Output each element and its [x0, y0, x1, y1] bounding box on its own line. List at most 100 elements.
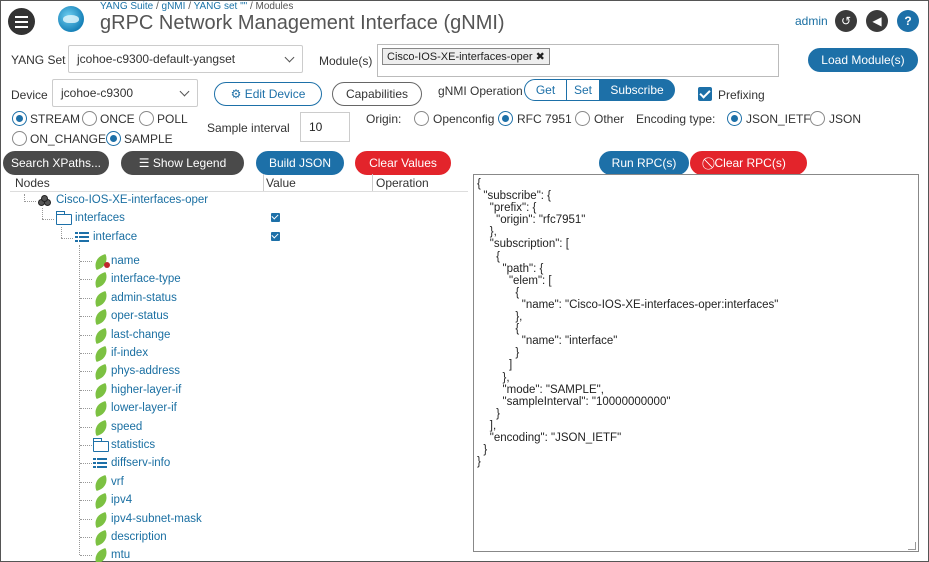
tree-connector: [80, 463, 92, 464]
list-icon: [75, 232, 89, 243]
value-checkbox[interactable]: [271, 232, 280, 241]
encoding-label: Encoding type:: [636, 112, 716, 126]
tree-node-vrf[interactable]: vrf: [111, 476, 124, 488]
list-icon: ☰: [138, 156, 150, 170]
tree-node-interface[interactable]: interface: [93, 231, 137, 243]
device-value: jcohoe-c9300: [61, 86, 134, 100]
col-divider: [263, 174, 264, 192]
menu-icon[interactable]: [8, 8, 35, 35]
prefixing-label: Prefixing: [718, 88, 765, 102]
tree-node-ipv4-subnet-mask[interactable]: ipv4-subnet-mask: [111, 513, 202, 525]
encoding-json-radio[interactable]: [810, 111, 825, 126]
breadcrumb-modules: Modules: [255, 1, 294, 12]
capabilities-button[interactable]: Capabilities: [332, 82, 422, 106]
tree-node-interfaces[interactable]: interfaces: [75, 212, 125, 224]
origin-rfc7951-radio[interactable]: [498, 111, 513, 126]
operation-subscribe[interactable]: Subscribe: [599, 79, 675, 101]
tree-connector: [80, 316, 92, 317]
module-chip-label: Cisco-IOS-XE-interfaces-oper: [387, 51, 533, 63]
yang-suite-logo: [58, 6, 84, 32]
tree-connector: [80, 445, 92, 446]
value-checkbox[interactable]: [271, 213, 280, 222]
build-json-button[interactable]: Build JSON: [256, 151, 344, 175]
tree-node-mtu[interactable]: mtu: [111, 549, 130, 561]
tree-node-statistics[interactable]: statistics: [111, 439, 155, 451]
tree-connector: [80, 335, 92, 336]
tree-connector: [80, 353, 92, 354]
mode-poll-radio[interactable]: [139, 111, 154, 126]
origin-rfc7951-label: RFC 7951: [517, 112, 572, 126]
tree-connector: [80, 390, 92, 391]
operation-get[interactable]: Get: [524, 79, 567, 101]
tree-connector: [80, 537, 92, 538]
tree-connector: [61, 238, 73, 239]
tree-node-name[interactable]: name: [111, 255, 140, 267]
sample-interval-input[interactable]: 10: [300, 112, 350, 142]
encoding-json-label: JSON: [829, 112, 862, 126]
tree-node-if-index[interactable]: if-index: [111, 347, 148, 359]
device-label: Device: [11, 88, 48, 102]
breadcrumb-gnmi[interactable]: gNMI: [162, 1, 186, 12]
search-xpaths-button[interactable]: Search XPaths...: [3, 151, 109, 175]
load-modules-button[interactable]: Load Module(s): [808, 48, 918, 72]
tree-node-admin-status[interactable]: admin-status: [111, 292, 177, 304]
device-select[interactable]: jcohoe-c9300: [52, 79, 198, 107]
tree-node-description[interactable]: description: [111, 531, 167, 543]
yangset-select[interactable]: jcohoe-c9300-default-yangset: [68, 45, 303, 73]
operation-set[interactable]: Set: [566, 79, 600, 101]
mode-stream-radio[interactable]: [12, 111, 27, 126]
clear-rpc-button[interactable]: ⃠ Clear RPC(s): [690, 151, 807, 175]
tree-connector: [24, 201, 36, 202]
mode-on-change-radio[interactable]: [12, 131, 27, 146]
breadcrumb-yang-set[interactable]: YANG set "": [194, 1, 248, 12]
modules-input[interactable]: Cisco-IOS-XE-interfaces-oper ✖: [377, 44, 779, 77]
tree-node-ipv4[interactable]: ipv4: [111, 494, 132, 506]
col-divider: [372, 174, 373, 192]
logout-icon[interactable]: ↺: [835, 10, 857, 32]
tree-connector: [80, 408, 92, 409]
help-icon[interactable]: ?: [897, 10, 919, 32]
tree-node-lower-layer-if[interactable]: lower-layer-if: [111, 402, 177, 414]
user-menu[interactable]: admin: [795, 14, 828, 28]
announcement-icon[interactable]: ◀: [866, 10, 888, 32]
encoding-json-ietf-radio[interactable]: [727, 111, 742, 126]
mode-once-label: ONCE: [100, 112, 135, 126]
mode-poll-label: POLL: [157, 112, 188, 126]
mode-sample-radio[interactable]: [106, 131, 121, 146]
mode-once-radio[interactable]: [82, 111, 97, 126]
origin-openconfig-label: Openconfig: [433, 112, 495, 126]
edit-device-button[interactable]: ⚙ Edit Device: [214, 82, 322, 106]
sample-interval-label: Sample interval: [207, 121, 290, 135]
resize-handle-icon[interactable]: [908, 542, 916, 550]
origin-other-radio[interactable]: [575, 111, 590, 126]
origin-label: Origin:: [366, 112, 402, 126]
mode-on-change-label: ON_CHANGE: [30, 132, 107, 146]
rpc-json-output[interactable]: { "subscribe": { "prefix": { "origin": "…: [473, 174, 919, 552]
origin-openconfig-radio[interactable]: [414, 111, 429, 126]
tree-node-phys-address[interactable]: phys-address: [111, 365, 180, 377]
yangset-label: YANG Set: [11, 53, 66, 67]
tree-connector: [42, 208, 43, 219]
tree-node-oper-status[interactable]: oper-status: [111, 310, 169, 322]
folder-icon: [93, 438, 109, 452]
show-legend-button[interactable]: ☰ Show Legend: [121, 151, 244, 175]
tree-node-higher-layer-if[interactable]: higher-layer-if: [111, 384, 181, 396]
tree-connector: [80, 500, 92, 501]
tree-col-operation: Operation: [376, 176, 429, 190]
clear-values-button[interactable]: Clear Values: [355, 151, 451, 175]
tree-node-speed[interactable]: speed: [111, 421, 142, 433]
prefixing-checkbox[interactable]: [698, 87, 712, 101]
edit-device-label: Edit Device: [244, 87, 306, 101]
module-chip: Cisco-IOS-XE-interfaces-oper ✖: [382, 48, 550, 65]
remove-icon[interactable]: ✖: [536, 51, 545, 63]
key-icon: [104, 262, 110, 268]
tree-node-interface-type[interactable]: interface-type: [111, 273, 181, 285]
tree-node-root[interactable]: Cisco-IOS-XE-interfaces-oper: [56, 194, 208, 206]
tree-node-diffserv-info[interactable]: diffserv-info: [111, 457, 170, 469]
breadcrumb-yang-suite[interactable]: YANG Suite: [100, 1, 153, 12]
gear-icon: ⚙: [230, 87, 242, 101]
tree-node-last-change[interactable]: last-change: [111, 329, 170, 341]
run-rpc-button[interactable]: Run RPC(s): [599, 151, 689, 175]
tree-connector: [80, 519, 92, 520]
tree-connector: [80, 427, 92, 428]
